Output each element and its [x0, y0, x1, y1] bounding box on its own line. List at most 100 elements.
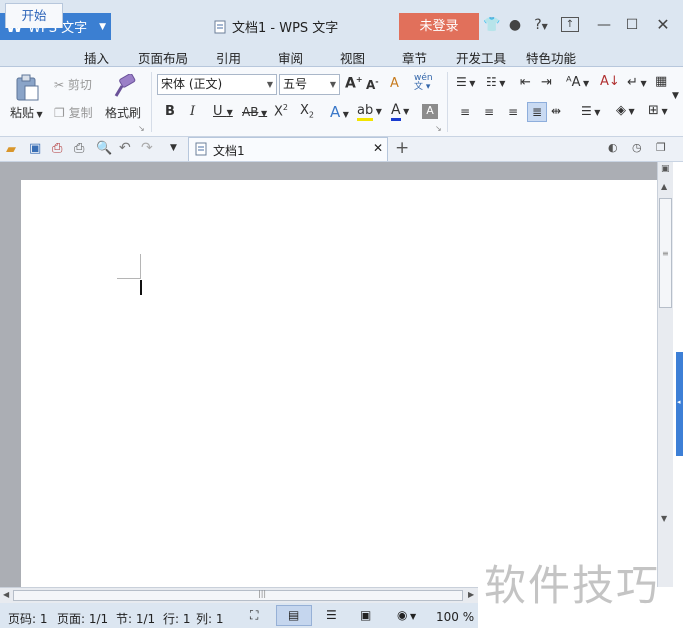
font-name-select[interactable]: 宋体 (正文) ▼ [157, 74, 277, 95]
print-preview-icon[interactable]: 🔍 [96, 141, 112, 156]
document-page[interactable] [21, 180, 657, 587]
redo-icon[interactable]: ↷ [141, 140, 153, 156]
login-button[interactable]: 未登录 [399, 13, 479, 40]
borders-icon[interactable]: ⊞ ▼ [648, 103, 668, 118]
share-icon[interactable]: ↑ [561, 17, 579, 32]
tab-chapter[interactable]: 章节 [402, 48, 427, 67]
tab-review[interactable]: 审阅 [278, 48, 303, 67]
print-icon[interactable]: ⎙ [74, 141, 84, 156]
minimize-button[interactable]: — [596, 17, 612, 33]
ribbon-more-icon[interactable]: ▼ [672, 91, 679, 101]
bullets-icon[interactable]: ☰ ▼ [456, 75, 475, 89]
save-icon[interactable]: ▣ [29, 141, 41, 156]
bold-button[interactable]: B [165, 104, 175, 119]
distributed-align-icon[interactable]: ⇹ [551, 104, 561, 118]
close-button[interactable]: ✕ [655, 15, 671, 34]
document-tab[interactable]: 文档1 ✕ [188, 137, 388, 161]
copy-button[interactable]: ❐ 复制 [54, 104, 93, 121]
tab-page-layout[interactable]: 页面布局 [138, 48, 188, 67]
phonetic-guide-icon[interactable]: wén 文 ▾ [414, 74, 433, 92]
zoom-level[interactable]: 100 % [436, 610, 474, 624]
sort-icon[interactable]: A↓ [600, 74, 620, 89]
clear-format-icon[interactable]: A [390, 76, 399, 91]
change-case-icon[interactable]: ᴬA ▼ [566, 75, 589, 90]
side-panel-toggle[interactable]: ◂ [676, 352, 683, 456]
font-color-icon[interactable]: A ▼ [391, 102, 409, 121]
align-right-icon[interactable]: ≡ [508, 105, 518, 119]
status-pages: 页面: 1/1 [57, 612, 109, 626]
new-tab-icon[interactable]: + [395, 138, 409, 158]
italic-button[interactable]: I [190, 104, 195, 119]
customize-toolbar-icon[interactable]: ▼ [170, 143, 177, 153]
scroll-right-icon[interactable]: ▶ [468, 590, 474, 599]
tab-insert[interactable]: 插入 [84, 48, 109, 67]
eye-protect-icon[interactable]: ◉ ▼ [397, 608, 416, 622]
shading-fill-icon[interactable]: ◈ ▼ [616, 103, 635, 118]
font-dialog-expand-icon[interactable]: ↘ [435, 124, 442, 133]
undo-icon[interactable]: ↶ [119, 140, 131, 156]
help-button[interactable]: ?▼ [530, 17, 552, 33]
window-title-text: 文档1 - WPS 文字 [232, 21, 339, 36]
shrink-font-icon[interactable]: A- [366, 77, 379, 92]
decrease-indent-icon[interactable]: ⇤ [520, 75, 531, 90]
outline-view-icon[interactable]: ☰ [326, 608, 337, 622]
page-nav-icon[interactable]: ▣ [661, 164, 670, 174]
copy-icon: ❐ [54, 106, 69, 120]
feedback-icon[interactable]: ● [507, 17, 523, 33]
scroll-left-icon[interactable]: ◀ [3, 590, 9, 599]
increase-indent-icon[interactable]: ⇥ [541, 75, 552, 90]
page-view-icon: ▤ [288, 608, 300, 622]
highlight-icon[interactable]: ab ▼ [357, 103, 382, 121]
line-spacing-icon[interactable]: ☰ ▼ [581, 104, 600, 118]
maximize-button[interactable]: ☐ [624, 17, 640, 33]
tab-references[interactable]: 引用 [216, 48, 241, 67]
align-left-icon[interactable]: ≡ [460, 105, 470, 119]
clipboard-expand-icon[interactable]: ↘ [138, 124, 145, 133]
open-folder-icon[interactable]: ▰ [6, 142, 16, 157]
format-painter-button[interactable]: 格式刷 [105, 104, 141, 121]
skin-icon[interactable]: 👕 [483, 17, 500, 33]
pin-icon[interactable]: ◐ [608, 141, 618, 154]
copy-label: 复制 [68, 106, 93, 120]
cut-button[interactable]: ✂ 剪切 [54, 76, 92, 93]
format-painter-icon [114, 74, 136, 97]
status-page-number: 页码: 1 [8, 612, 48, 626]
justify-icon[interactable]: ≣ [527, 102, 547, 122]
web-view-icon[interactable]: ▣ [360, 608, 371, 622]
font-size-select[interactable]: 五号 ▼ [279, 74, 340, 95]
character-shading-icon[interactable]: A [422, 104, 438, 119]
full-screen-icon[interactable]: ⛶ [250, 608, 258, 623]
history-icon[interactable]: ◷ [632, 141, 642, 154]
underline-button[interactable]: U ▼ [213, 104, 233, 119]
paste-label: 粘贴 [10, 106, 35, 120]
export-pdf-icon[interactable]: ⎙ [52, 141, 62, 156]
tab-developer[interactable]: 开发工具 [456, 48, 506, 67]
paste-button[interactable]: 粘贴 ▼ [10, 104, 43, 121]
subscript-button[interactable]: X2 [300, 103, 314, 120]
strikethrough-button[interactable]: AB ▼ [242, 105, 267, 119]
window-switch-icon[interactable]: ❐ [656, 141, 666, 154]
table-icon[interactable]: ▦ [655, 74, 667, 89]
close-tab-icon[interactable]: ✕ [373, 141, 383, 155]
scroll-down-icon[interactable]: ▼ [661, 514, 667, 523]
chevron-left-icon: ◂ [677, 398, 681, 406]
horizontal-scrollbar[interactable]: ◀ ||| ▶ [0, 587, 478, 603]
paragraph-mark-icon[interactable]: ↵ ▼ [627, 75, 647, 90]
tab-special-features[interactable]: 特色功能 [526, 48, 576, 67]
text-effect-icon[interactable]: A ▼ [330, 103, 349, 121]
page-view-button[interactable]: ▤ [276, 605, 312, 626]
font-size-value: 五号 [283, 77, 308, 91]
document-tab-label: 文档1 [213, 144, 245, 158]
status-column: 列: 1 [196, 612, 224, 626]
text-cursor [140, 280, 142, 295]
align-center-icon[interactable]: ≡ [484, 105, 494, 119]
numbering-icon[interactable]: ☷ ▼ [486, 75, 505, 89]
superscript-button[interactable]: X2 [274, 103, 288, 119]
horizontal-scroll-thumb[interactable]: ||| [13, 589, 463, 601]
scroll-up-icon[interactable]: ▲ [661, 182, 667, 191]
tab-home[interactable]: 开始 [5, 3, 63, 28]
grow-font-icon[interactable]: A+ [345, 75, 363, 92]
tab-view[interactable]: 视图 [340, 48, 365, 67]
paste-icon [16, 74, 39, 101]
vertical-scroll-thumb[interactable]: ≡ [659, 198, 672, 308]
